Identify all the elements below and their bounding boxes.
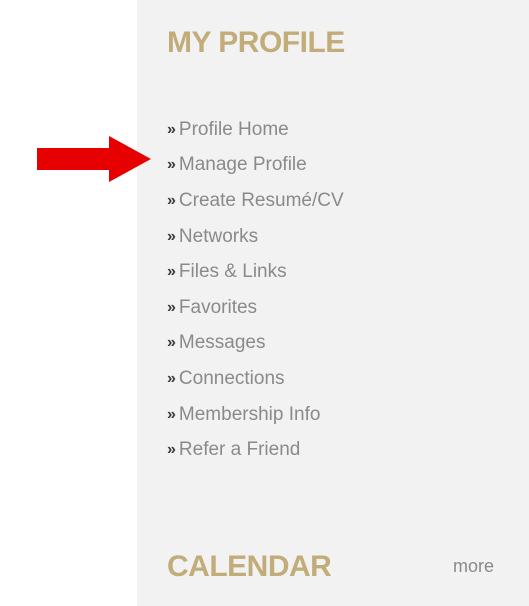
double-chevron-icon: » — [167, 405, 176, 423]
double-chevron-icon: » — [167, 120, 176, 138]
nav-item-label[interactable]: Membership Info — [179, 404, 321, 426]
profile-nav-list: » Profile Home » Manage Profile » Create… — [167, 112, 344, 468]
double-chevron-icon: » — [167, 156, 176, 174]
double-chevron-icon: » — [167, 191, 176, 209]
nav-item-label[interactable]: Create Resumé/CV — [179, 190, 344, 212]
double-chevron-icon: » — [167, 227, 176, 245]
profile-nav-item-files-links[interactable]: » Files & Links — [167, 254, 344, 290]
nav-item-label[interactable]: Manage Profile — [179, 154, 307, 176]
nav-item-label[interactable]: Refer a Friend — [179, 439, 300, 461]
nav-item-label[interactable]: Connections — [179, 368, 285, 390]
profile-nav-item-manage-profile[interactable]: » Manage Profile — [167, 148, 344, 184]
double-chevron-icon: » — [167, 441, 176, 459]
page: MY PROFILE » Profile Home » Manage Profi… — [0, 0, 529, 606]
nav-item-label[interactable]: Networks — [179, 226, 258, 248]
nav-item-label[interactable]: Profile Home — [179, 119, 289, 141]
profile-nav-item-networks[interactable]: » Networks — [167, 219, 344, 255]
profile-nav-item-refer-a-friend[interactable]: » Refer a Friend — [167, 432, 344, 468]
calendar-heading: CALENDAR — [167, 550, 332, 583]
profile-nav-item-connections[interactable]: » Connections — [167, 361, 344, 397]
my-profile-heading: MY PROFILE — [167, 26, 345, 59]
profile-nav-item-messages[interactable]: » Messages — [167, 326, 344, 362]
profile-nav-item-favorites[interactable]: » Favorites — [167, 290, 344, 326]
double-chevron-icon: » — [167, 334, 176, 352]
red-arrow-icon — [37, 136, 151, 182]
calendar-more-link[interactable]: more — [453, 556, 494, 577]
double-chevron-icon: » — [167, 263, 176, 281]
nav-item-label[interactable]: Favorites — [179, 297, 257, 319]
profile-nav-item-profile-home[interactable]: » Profile Home — [167, 112, 344, 148]
nav-item-label[interactable]: Messages — [179, 332, 266, 354]
double-chevron-icon: » — [167, 298, 176, 316]
nav-item-label[interactable]: Files & Links — [179, 261, 287, 283]
double-chevron-icon: » — [167, 369, 176, 387]
profile-nav-item-membership-info[interactable]: » Membership Info — [167, 397, 344, 433]
profile-nav-item-create-resume[interactable]: » Create Resumé/CV — [167, 183, 344, 219]
